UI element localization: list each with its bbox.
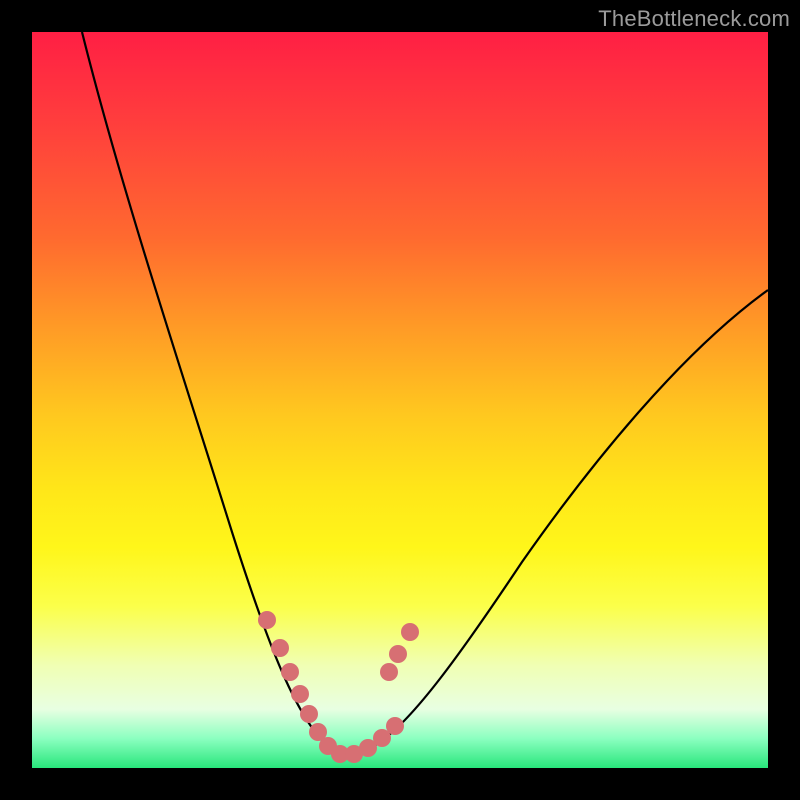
dot (291, 685, 309, 703)
dot (386, 717, 404, 735)
bottleneck-curve-path (82, 32, 768, 756)
dot (300, 705, 318, 723)
dot (271, 639, 289, 657)
dot (281, 663, 299, 681)
dot (380, 663, 398, 681)
dot (258, 611, 276, 629)
dot (389, 645, 407, 663)
dot (401, 623, 419, 641)
curve-svg (32, 32, 768, 768)
highlight-dots (258, 611, 419, 763)
chart-frame: TheBottleneck.com (0, 0, 800, 800)
watermark-text: TheBottleneck.com (598, 6, 790, 32)
plot-area (32, 32, 768, 768)
